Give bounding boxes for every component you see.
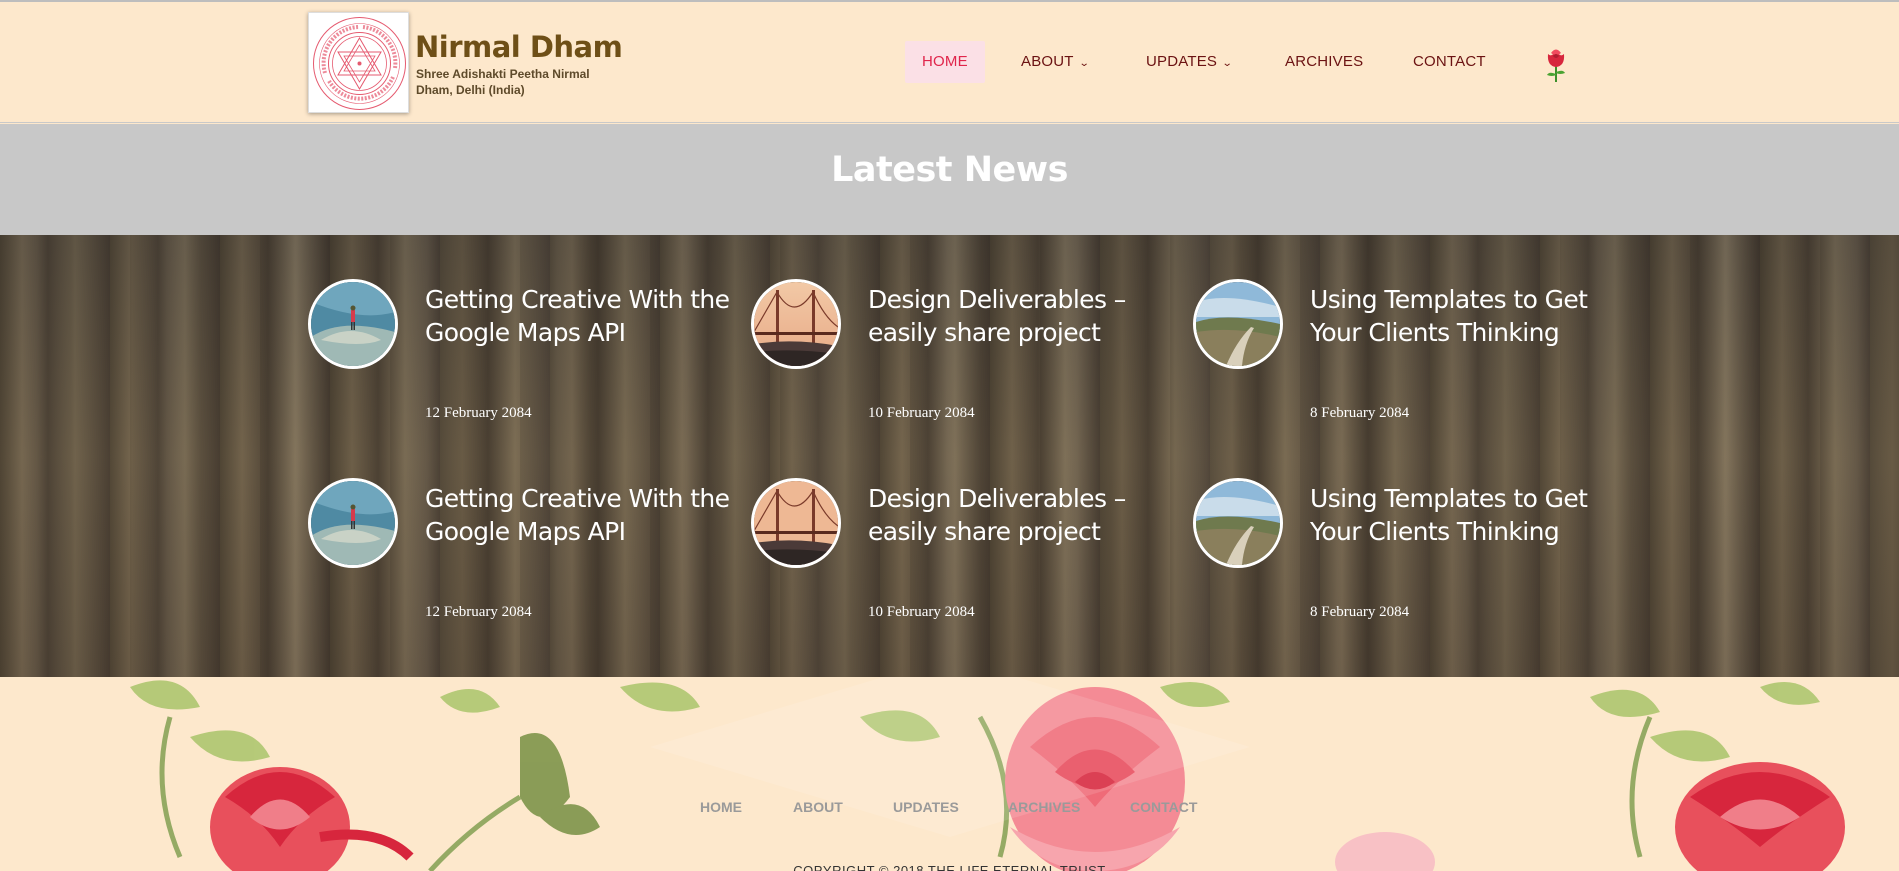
chevron-down-icon: ⌄ [1221, 58, 1234, 69]
nav-item-contact[interactable]: CONTACT [1413, 41, 1486, 83]
news-thumbnail[interactable] [1193, 279, 1283, 369]
news-thumbnail[interactable] [751, 279, 841, 369]
footer-nav-home[interactable]: HOME [700, 799, 742, 815]
news-date: 12 February 2084 [425, 405, 532, 421]
nav-item-label: ARCHIVES [1285, 53, 1364, 70]
footer-nav: HOME ABOUT UPDATES ARCHIVES CONTACT [0, 799, 1899, 819]
news-thumbnail[interactable] [751, 478, 841, 568]
main-nav: HOME ABOUT ⌄ UPDATES ⌄ ARCHIVES CONTACT [0, 41, 1899, 83]
golden-gate-bridge-image-icon [754, 481, 838, 565]
site-header: Nirmal Dham Shree Adishakti Peetha Nirma… [0, 0, 1899, 123]
chevron-down-icon: ⌄ [1078, 58, 1090, 69]
news-thumbnail[interactable] [1193, 478, 1283, 568]
news-item[interactable]: Using Templates to Get Your Clients Thin… [1193, 279, 1633, 421]
nav-item-label: CONTACT [1413, 53, 1486, 70]
nav-item-updates[interactable]: UPDATES ⌄ [1146, 41, 1234, 83]
nav-item-about[interactable]: ABOUT ⌄ [1021, 41, 1090, 83]
news-item[interactable]: Getting Creative With the Google Maps AP… [308, 478, 748, 620]
person-on-rock-image-icon [311, 481, 395, 565]
news-date: 8 February 2084 [1310, 604, 1410, 620]
footer-nav-about[interactable]: ABOUT [793, 799, 843, 815]
site-footer: HOME ABOUT UPDATES ARCHIVES CONTACT COPY… [0, 677, 1899, 871]
news-thumbnail[interactable] [308, 478, 398, 568]
news-title[interactable]: Using Templates to Get Your Clients Thin… [1310, 283, 1630, 349]
news-title[interactable]: Getting Creative With the Google Maps AP… [425, 482, 745, 548]
footer-nav-contact[interactable]: CONTACT [1130, 799, 1197, 815]
rose-icon[interactable] [1541, 44, 1571, 84]
news-date: 10 February 2084 [868, 604, 975, 620]
rose-pattern-background [130, 677, 1845, 871]
news-item[interactable]: Design Deliverables – easily share proje… [751, 478, 1191, 620]
news-title[interactable]: Design Deliverables – easily share proje… [868, 482, 1188, 548]
news-section: Getting Creative With the Google Maps AP… [0, 235, 1899, 677]
footer-nav-archives[interactable]: ARCHIVES [1008, 799, 1080, 815]
news-thumbnail[interactable] [308, 279, 398, 369]
copyright-text: COPYRIGHT © 2018 THE LIFE ETERNAL TRUST [793, 863, 1106, 871]
news-item[interactable]: Design Deliverables – easily share proje… [751, 279, 1191, 421]
news-title[interactable]: Getting Creative With the Google Maps AP… [425, 283, 745, 349]
nav-item-label: HOME [922, 53, 968, 70]
golden-gate-bridge-image-icon [754, 282, 838, 366]
country-road-image-icon [1196, 282, 1280, 366]
person-on-rock-image-icon [311, 282, 395, 366]
news-item[interactable]: Getting Creative With the Google Maps AP… [308, 279, 748, 421]
news-title[interactable]: Design Deliverables – easily share proje… [868, 283, 1188, 349]
nav-item-label: UPDATES [1146, 53, 1218, 70]
country-road-image-icon [1196, 481, 1280, 565]
news-date: 8 February 2084 [1310, 405, 1410, 421]
nav-item-label: ABOUT [1021, 53, 1074, 70]
news-title[interactable]: Using Templates to Get Your Clients Thin… [1310, 482, 1630, 548]
news-date: 10 February 2084 [868, 405, 975, 421]
nav-item-home[interactable]: HOME [905, 41, 985, 83]
footer-nav-updates[interactable]: UPDATES [893, 799, 959, 815]
news-date: 12 February 2084 [425, 604, 532, 620]
news-item[interactable]: Using Templates to Get Your Clients Thin… [1193, 478, 1633, 620]
nav-item-archives[interactable]: ARCHIVES [1285, 41, 1363, 83]
page-title: Latest News [831, 150, 1068, 190]
